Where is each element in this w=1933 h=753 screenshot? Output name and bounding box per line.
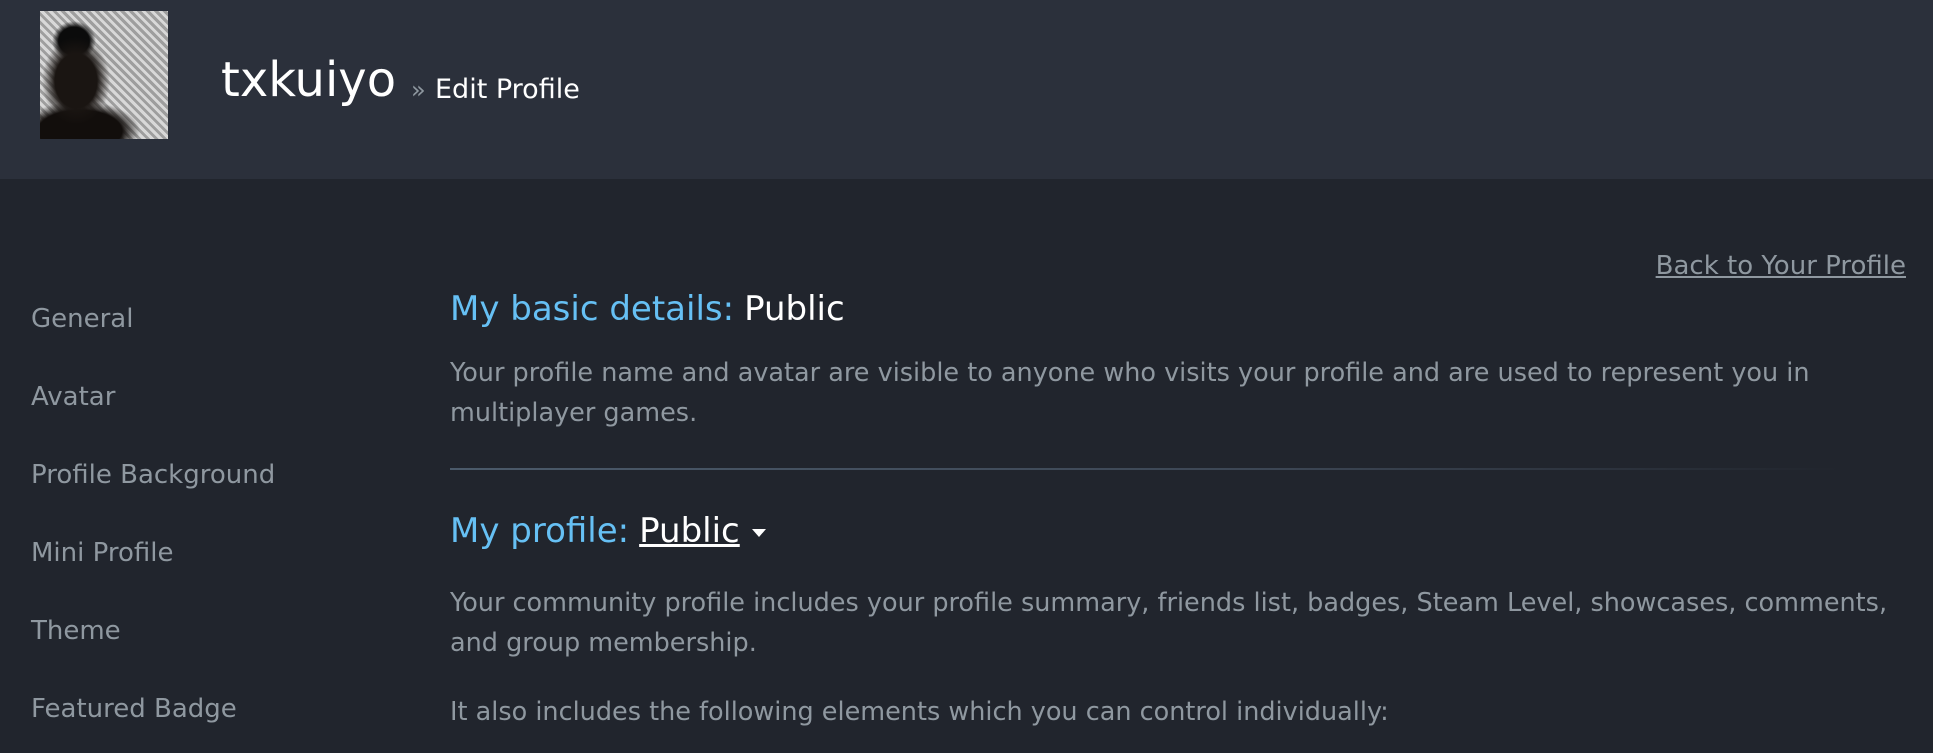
sidebar-item-featured-badge[interactable]: Featured Badge	[31, 692, 237, 726]
section-divider	[450, 468, 1840, 470]
basic-details-privacy-value: Public	[744, 289, 845, 329]
sidebar-item-avatar[interactable]: Avatar	[31, 380, 115, 414]
sidebar-item-theme[interactable]: Theme	[31, 614, 121, 648]
profile-privacy-description: Your community profile includes your pro…	[450, 588, 1888, 658]
back-to-profile-link[interactable]: Back to Your Profile	[1656, 249, 1906, 283]
sidebar-item-profile-background[interactable]: Profile Background	[31, 458, 275, 492]
profile-privacy-note: It also includes the following elements …	[450, 697, 1389, 727]
avatar-image	[40, 11, 168, 139]
basic-details-heading: My basic details: Public	[450, 287, 845, 331]
profile-username[interactable]: txkuiyo	[221, 48, 396, 112]
basic-details-label: My basic details:	[450, 289, 735, 329]
chevron-down-icon[interactable]	[751, 528, 766, 537]
profile-privacy-dropdown[interactable]: Public	[639, 511, 740, 551]
breadcrumb-current-page: Edit Profile	[435, 74, 580, 105]
breadcrumb-separator: »	[411, 76, 426, 104]
sidebar-item-mini-profile[interactable]: Mini Profile	[31, 536, 173, 570]
sidebar-item-general[interactable]: General	[31, 302, 133, 336]
profile-privacy-heading: My profile: Public	[450, 509, 766, 553]
profile-header: txkuiyo » Edit Profile	[0, 0, 1933, 179]
avatar[interactable]	[40, 11, 168, 139]
basic-details-description: Your profile name and avatar are visible…	[450, 358, 1810, 428]
profile-privacy-label: My profile:	[450, 511, 630, 551]
